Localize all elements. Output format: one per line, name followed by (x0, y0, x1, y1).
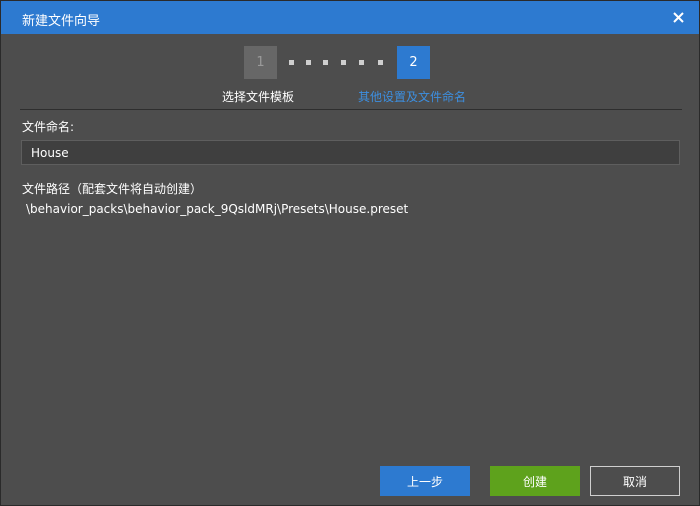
step-indicator: 1 2 (1, 46, 699, 79)
close-icon (672, 11, 684, 23)
divider (20, 109, 682, 110)
step-dot (323, 60, 328, 65)
step-2-box: 2 (397, 46, 430, 79)
step-1-label: 选择文件模板 (222, 90, 295, 104)
title-bar: 新建文件向导 (1, 1, 699, 34)
step-dot (359, 60, 364, 65)
cancel-button[interactable]: 取消 (590, 466, 680, 496)
previous-step-button[interactable]: 上一步 (380, 466, 470, 496)
file-name-label: 文件命名: (22, 120, 75, 134)
create-button[interactable]: 创建 (490, 466, 580, 496)
step-dot (289, 60, 294, 65)
step-dot (341, 60, 346, 65)
file-path-label: 文件路径（配套文件将自动创建） (22, 182, 203, 196)
file-path-value: \behavior_packs\behavior_pack_9QsldMRj\P… (26, 202, 409, 216)
new-file-wizard-dialog: 新建文件向导 1 2 选择文件模板 其他设置及文件命名 文件命名: 文件路径（配… (0, 0, 700, 506)
file-name-input[interactable] (21, 140, 680, 165)
close-button[interactable] (667, 6, 689, 28)
step-1-box: 1 (244, 46, 277, 79)
window-title: 新建文件向导 (22, 14, 101, 29)
step-dot (306, 60, 311, 65)
step-dot (378, 60, 383, 65)
step-2-label: 其他设置及文件命名 (358, 90, 467, 104)
